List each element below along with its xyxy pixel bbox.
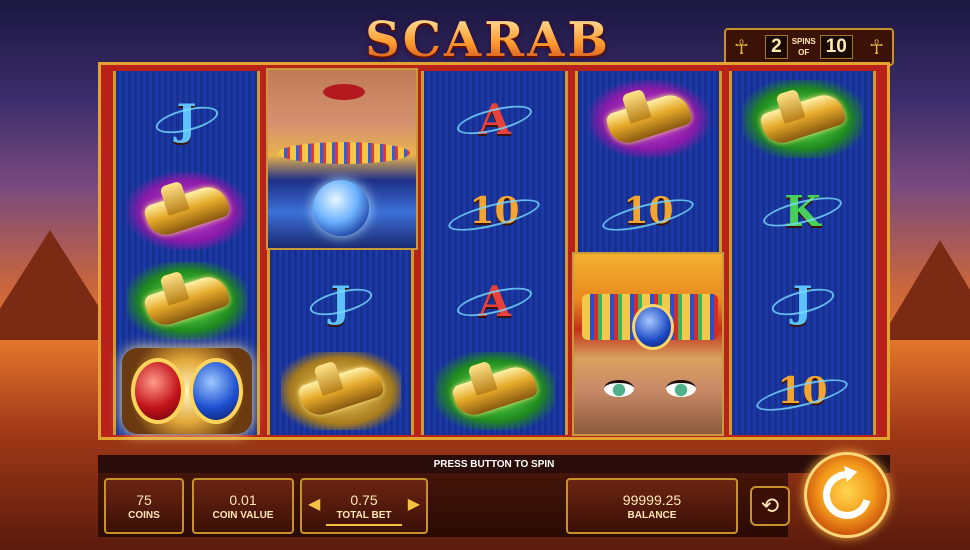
purple-scarab-symbol [588,80,709,158]
autoplay-button[interactable]: ⟲ [750,486,790,526]
spins-total: 10 [819,35,853,59]
coins-panel: 75 COINS [104,478,184,534]
symbol-cell: 10 [581,167,716,255]
letter-symbol: K [784,186,821,236]
symbol-cell [119,257,254,345]
symbol-cell: J [735,257,870,345]
letter-symbol: A [478,94,511,144]
symbol-cell [273,347,408,435]
autoplay-icon: ⟲ [760,493,780,518]
purple-scarab-symbol [126,172,247,250]
spins-label: SPINS [791,37,816,46]
coins-label: COINS [128,509,160,521]
reels-area: J J A 10 A 10 K J 10 [98,62,890,440]
total-bet-underline [326,524,402,526]
symbol-cell [119,167,254,255]
coins-value: 75 [136,491,152,508]
letter-symbol: 10 [623,190,674,232]
spins-of-label: OF [798,48,810,57]
spin-button[interactable] [804,452,890,538]
pharaoh-icon: ☥ [734,36,749,59]
green-scarab-symbol [434,352,555,430]
symbol-cell [427,347,562,435]
reel-5: K J 10 [729,71,876,435]
queen-portrait-symbol [266,68,418,250]
coin-value-panel: 0.01 COIN VALUE [192,478,294,534]
symbol-cell: J [119,75,254,163]
collar-icon [278,142,410,164]
reel-3: A 10 A [421,71,568,435]
reel-1: J [113,71,260,435]
eye-icon [666,380,696,397]
spins-current: 2 [765,35,788,59]
game-title-logo: SCARAB [318,12,658,68]
gold-scarab-icon [450,362,539,420]
pharaoh-icon: ☥ [869,36,884,59]
gold-scarab-symbol [280,352,401,430]
letter-symbol: J [330,276,351,326]
letter-symbol: J [792,276,813,326]
bet-decrease-button[interactable]: ◀ [308,494,320,514]
symbol-cell: A [427,75,562,163]
green-scarab-symbol [742,80,863,158]
wild-scarab-symbol [121,348,252,434]
gold-scarab-icon [296,362,385,420]
symbol-cell: K [735,167,870,255]
pyramid-right [880,240,970,340]
letter-symbol: A [478,276,511,326]
eye-icon [604,380,634,397]
gold-scarab-icon [142,182,231,240]
symbol-cell: 10 [735,347,870,435]
symbol-cell: A [427,257,562,345]
gold-scarab-icon [758,90,847,148]
letter-symbol: J [176,94,197,144]
spin-icon [814,462,880,528]
status-message: PRESS BUTTON TO SPIN [98,455,890,473]
total-bet-panel: ◀ 0.75 TOTAL BET ▶ [300,478,428,534]
coin-value-value: 0.01 [229,491,257,508]
crown-gem-icon [632,304,674,350]
symbol-cell: 10 [427,167,562,255]
pharaoh-portrait-symbol [572,252,724,436]
green-scarab-symbol [126,262,247,340]
gold-scarab-icon [142,272,231,330]
symbol-cell [119,347,254,435]
balance-label: BALANCE [627,509,677,521]
gold-scarab-icon [604,90,693,148]
symbol-cell [735,75,870,163]
bet-increase-button[interactable]: ▶ [408,494,420,514]
orb-icon [313,180,369,236]
balance-value: 99999.25 [622,491,682,508]
total-bet-value: 0.75 [350,491,378,508]
letter-symbol: 10 [777,370,828,412]
lips-icon [323,84,365,100]
free-spins-counter: ☥ 2 SPINS OF 10 ☥ [724,28,894,66]
symbol-cell: J [273,257,408,345]
letter-symbol: 10 [469,190,520,232]
symbol-cell [581,75,716,163]
total-bet-label: TOTAL BET [336,509,392,521]
red-gem-icon [130,358,185,424]
balance-panel: 99999.25 BALANCE [566,478,738,534]
blue-gem-icon [188,358,243,424]
coin-value-label: COIN VALUE [212,509,274,521]
